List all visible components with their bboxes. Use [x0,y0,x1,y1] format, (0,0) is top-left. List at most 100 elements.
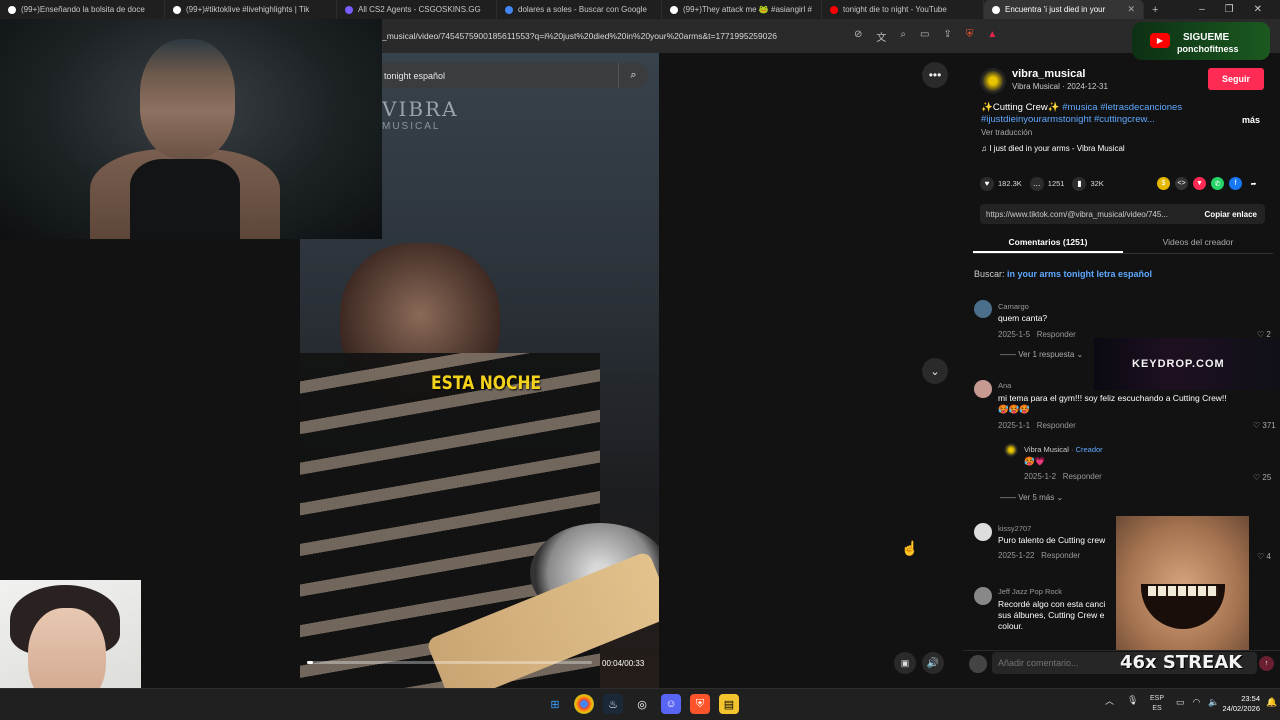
view-more-replies[interactable]: —— Ver 5 más ⌄ [1000,493,1063,502]
tracking-icon[interactable]: ⊘ [854,29,862,44]
creator-avatar[interactable] [980,68,1006,94]
whatsapp-icon[interactable]: ✆ [1211,177,1224,190]
browser-tab[interactable]: (99+)#tiktoklive #livehighlights | Tik [165,0,337,19]
rewards-icon[interactable]: ▲ [987,29,997,44]
browser-tab[interactable]: tonight die to night - YouTube [822,0,984,19]
reply-button[interactable]: Responder [1041,551,1080,560]
laughing-meme-overlay [1116,516,1249,650]
embed-icon[interactable]: <> [1175,177,1188,190]
music-link[interactable]: ♫ I just died in your arms - Vibra Music… [981,144,1125,153]
brave-icon[interactable]: ⛨ [690,694,710,714]
view-more-label: Ver 5 más [1018,493,1055,502]
comment-icon: … [1029,177,1044,191]
notification-bell-icon[interactable]: 🔔 [1266,697,1277,708]
chrome-icon[interactable] [574,694,594,714]
related-search-query[interactable]: in your arms tonight letra español [1007,269,1152,279]
view-replies[interactable]: —— Ver 1 respuesta ⌄ [1000,350,1083,359]
close-tab-icon[interactable]: ✕ [1127,4,1135,15]
copy-link-button[interactable]: Copiar enlace [1197,210,1265,219]
comment-like[interactable]: ♡ 371 [1253,421,1276,430]
cast-icon[interactable]: ▭ [920,29,929,44]
browser-tab[interactable]: (99+)They attack me 🐸 #asiangirl # [662,0,822,19]
facebook-icon[interactable]: f [1229,177,1242,190]
obs-icon[interactable]: ◎ [632,694,652,714]
tab-creator-videos[interactable]: Videos del creador [1123,232,1273,253]
url-field[interactable]: _musical/video/7454575900185611553?q=i%2… [380,31,840,41]
view-replies-label: Ver 1 respuesta [1018,350,1075,359]
more-description-button[interactable]: más [1242,115,1260,125]
save-count: 32K [1090,179,1104,188]
taskbar-clock[interactable]: 23:54 24/02/2026 [1214,694,1260,714]
comment-avatar[interactable] [974,523,992,541]
save-action[interactable]: ▮ 32K [1072,177,1104,191]
search-input[interactable]: tonight español [382,71,618,81]
comment-avatar[interactable] [974,587,992,605]
maximize-icon[interactable]: ❐ [1225,4,1234,15]
system-tray: ︿ 🎙 [1105,694,1138,707]
comment-action[interactable]: … 1251 [1029,177,1064,191]
close-window-icon[interactable]: ✕ [1254,4,1262,15]
zoom-icon[interactable]: ⌕ [900,29,906,44]
video-timecode: 00:04/00:33 [602,659,645,668]
comment-author[interactable]: Ana [998,381,1011,390]
follow-button[interactable]: Seguir [1208,68,1264,90]
file-explorer-icon[interactable]: ▤ [719,694,739,714]
tab-title: (99+)#tiktoklive #livehighlights | Tik [186,5,310,14]
video-link[interactable]: https://www.tiktok.com/@vibra_musical/vi… [980,210,1197,219]
windows-start-icon[interactable]: ⊞ [545,694,565,714]
reply-avatar[interactable] [1004,443,1018,457]
video-progress-bar[interactable] [307,661,592,664]
reply-author-line: Vibra Musical · Creador [1024,445,1103,454]
comment-date: 2025-1-5 [998,330,1031,339]
comment-author[interactable]: kissy2707 [998,524,1031,533]
steam-icon[interactable]: ♨ [603,694,623,714]
share-arrow-icon[interactable]: ➦ [1247,177,1260,190]
discord-icon[interactable]: ☺ [661,694,681,714]
tray-expand-icon[interactable]: ︿ [1105,694,1114,707]
browser-tab[interactable]: dolares a soles - Buscar con Google [497,0,662,19]
share-icon[interactable]: ⇪ [943,29,951,44]
browser-tab[interactable]: (99+)Enseñando la bolsita de doce [0,0,165,19]
comment-like[interactable]: ♡ 4 [1257,552,1271,561]
comment-avatar[interactable] [974,380,992,398]
language-indicator[interactable]: ESP ES [1150,694,1164,714]
brave-shield-icon[interactable]: ⛨ [966,29,974,44]
translate-icon[interactable]: 文 [876,29,886,44]
reply-like[interactable]: ♡ 25 [1253,473,1271,482]
like-count: 182.3K [998,179,1022,188]
search-icon[interactable]: ⌕ [618,63,648,88]
tiktok-icon [173,5,181,14]
minimize-icon[interactable]: – [1199,4,1205,15]
send-comment-icon[interactable]: ↑ [1259,656,1274,671]
translate-link[interactable]: Ver traducción [981,128,1032,137]
more-options-button[interactable]: ••• [922,62,948,88]
related-search[interactable]: Buscar: in your arms tonight letra españ… [974,269,1152,279]
reply-author[interactable]: Vibra Musical [1024,445,1069,454]
pip-button[interactable]: ▣ [894,652,916,674]
creator-username[interactable]: vibra_musical [1012,68,1085,80]
browser-tab-active[interactable]: Encuentra 'i just died in your ✕ [984,0,1144,19]
share-icons: $ <> ▼ ✆ f ➦ [1157,177,1260,190]
reply-button[interactable]: Responder [1037,421,1076,430]
comment-author[interactable]: Jeff Jazz Pop Rock [998,587,1062,596]
tab-title: dolares a soles - Buscar con Google [518,5,647,14]
comment-meta: 2025-1-1 Responder [998,421,1076,430]
comment-avatar[interactable] [974,300,992,318]
tab-title: tonight die to night - YouTube [843,5,947,14]
comment-author[interactable]: Camargo [998,302,1029,311]
coin-icon[interactable]: $ [1157,177,1170,190]
search-bar[interactable]: tonight español ⌕ [382,63,648,88]
reply-button[interactable]: Responder [1037,330,1076,339]
next-video-button[interactable]: ⌄ [922,358,948,384]
browser-tab[interactable]: All CS2 Agents - CSGOSKINS.GG [337,0,497,19]
send-icon[interactable]: ▼ [1193,177,1206,190]
browser-tab-bar: (99+)Enseñando la bolsita de doce (99+)#… [0,0,1280,19]
wifi-icon[interactable]: ◠ [1193,697,1201,708]
tab-comments[interactable]: Comentarios (1251) [973,232,1123,253]
new-tab-button[interactable]: + [1144,4,1166,16]
like-action[interactable]: ♥ 182.3K [980,177,1022,191]
reply-button[interactable]: Responder [1063,472,1102,481]
volume-button[interactable]: 🔊 [922,652,944,674]
network-icon[interactable]: ▭ [1176,697,1185,708]
microphone-icon[interactable]: 🎙 [1127,695,1138,706]
